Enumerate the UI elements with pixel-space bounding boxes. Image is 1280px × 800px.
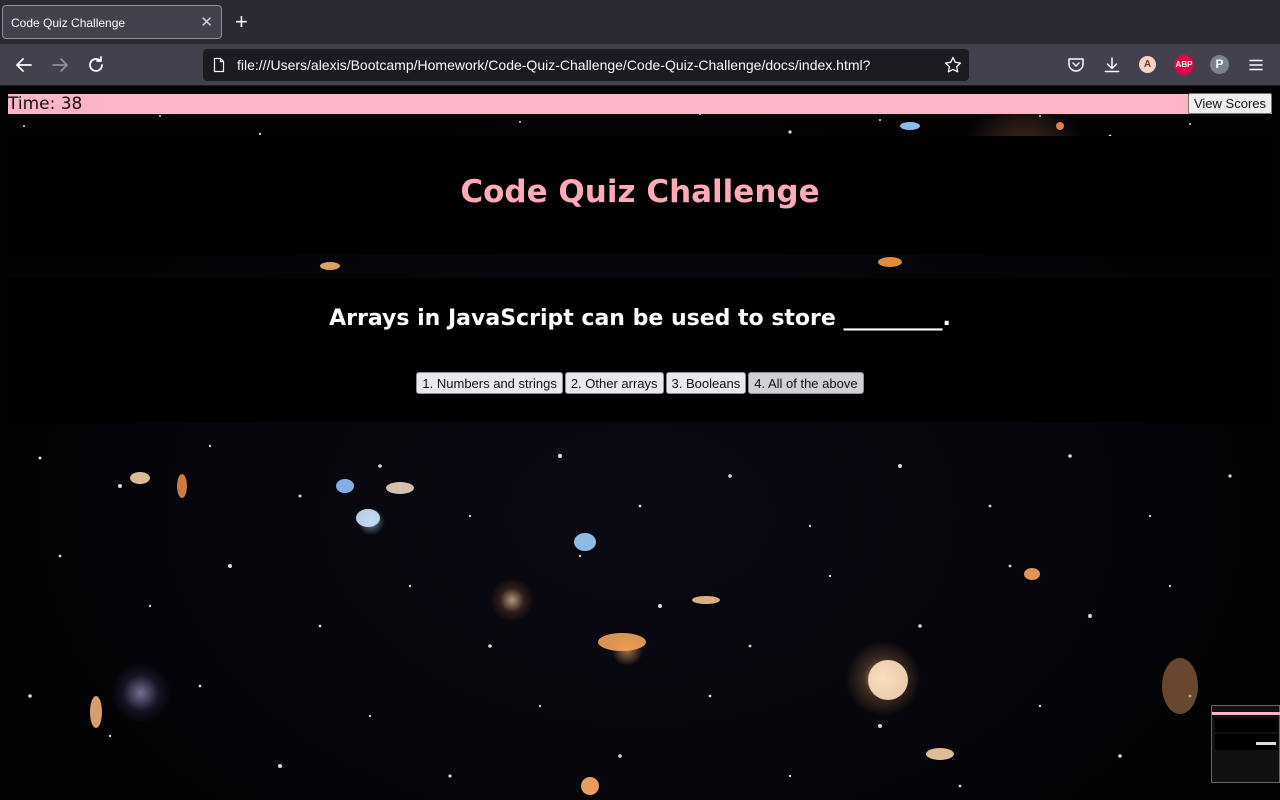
timer-bar: Time: 38 View Scores: [8, 93, 1272, 114]
title-panel: Code Quiz Challenge: [8, 136, 1272, 254]
bookmark-star-icon[interactable]: [943, 55, 963, 75]
new-tab-icon[interactable]: +: [235, 9, 248, 35]
downloads-icon[interactable]: [1102, 55, 1122, 75]
answer-button-4[interactable]: 4. All of the above: [748, 372, 864, 394]
menu-icon[interactable]: [1246, 55, 1266, 75]
forward-icon[interactable]: [48, 53, 72, 77]
question-text: Arrays in JavaScript can be used to stor…: [329, 306, 951, 331]
answer-button-3[interactable]: 3. Booleans: [665, 372, 747, 394]
answer-button-2[interactable]: 2. Other arrays: [564, 372, 664, 394]
reload-icon[interactable]: [84, 53, 108, 77]
address-bar[interactable]: file:///Users/alexis/Bootcamp/Homework/C…: [203, 49, 969, 81]
page-viewport[interactable]: Time: 38 View Scores Code Quiz Challenge…: [0, 86, 1280, 800]
page-title: Code Quiz Challenge: [460, 174, 820, 210]
tab-strip: Code Quiz Challenge ✕ +: [0, 0, 1280, 44]
browser-tab[interactable]: Code Quiz Challenge ✕: [2, 5, 222, 39]
tab-title: Code Quiz Challenge: [11, 16, 126, 30]
page-icon: [211, 57, 227, 73]
extension-icon[interactable]: P: [1210, 55, 1229, 74]
account-avatar-icon[interactable]: A: [1139, 56, 1156, 73]
answer-options: 1. Numbers and strings 2. Other arrays 3. …: [8, 372, 1272, 394]
navigation-toolbar: file:///Users/alexis/Bootcamp/Homework/C…: [0, 44, 1280, 86]
adblock-extension-icon[interactable]: ABP: [1174, 55, 1194, 75]
answer-button-1[interactable]: 1. Numbers and strings: [416, 372, 563, 394]
view-scores-button[interactable]: View Scores: [1187, 93, 1272, 114]
pocket-icon[interactable]: [1066, 55, 1086, 75]
back-icon[interactable]: [12, 53, 36, 77]
close-tab-icon[interactable]: ✕: [200, 13, 213, 31]
quiz-panel: Arrays in JavaScript can be used to stor…: [8, 278, 1272, 422]
url-text[interactable]: file:///Users/alexis/Bootcamp/Homework/C…: [237, 57, 870, 73]
window-thumbnail[interactable]: [1211, 705, 1280, 783]
time-remaining: Time: 38: [8, 94, 83, 114]
